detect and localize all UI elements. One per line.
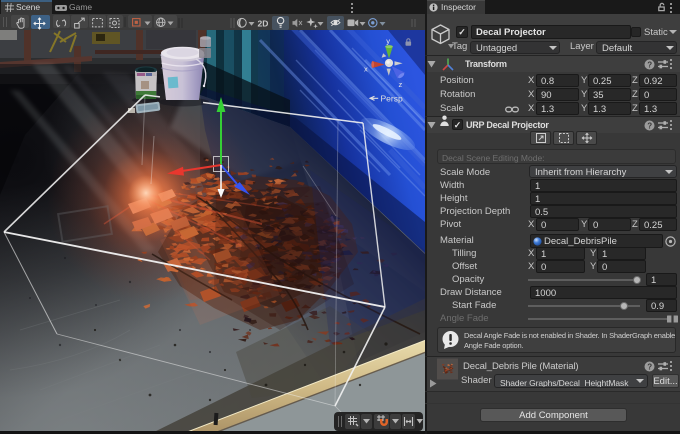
svg-text:y: y [386, 37, 390, 46]
svg-text:?: ? [647, 60, 652, 69]
svg-text:?: ? [647, 121, 652, 130]
svg-text:?: ? [647, 362, 652, 371]
svg-text:z: z [399, 80, 403, 89]
svg-text:2D: 2D [258, 19, 269, 29]
svg-text:x: x [364, 65, 368, 74]
svg-text:Persp: Persp [381, 94, 403, 104]
